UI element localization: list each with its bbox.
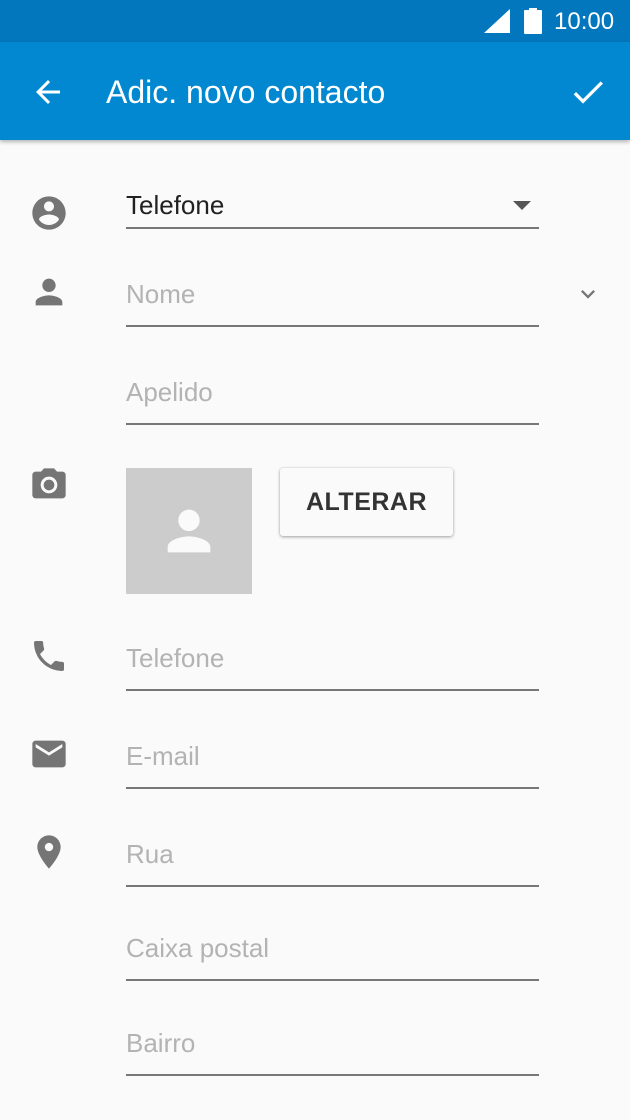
- status-bar: 10:00: [0, 0, 630, 42]
- dropdown-arrow-icon: [513, 201, 531, 210]
- phone-placeholder: Telefone: [126, 643, 225, 673]
- person-icon: [35, 278, 63, 306]
- battery-icon: [524, 8, 542, 34]
- back-arrow-icon[interactable]: [30, 74, 66, 110]
- page-title: Adic. novo contacto: [106, 74, 386, 110]
- person-placeholder-icon: [167, 509, 211, 553]
- camera-icon: [32, 468, 66, 499]
- email-field[interactable]: E-mail: [126, 738, 539, 789]
- neighborhood-placeholder: Bairro: [126, 1028, 196, 1058]
- email-placeholder: E-mail: [126, 741, 200, 771]
- last-name-placeholder: Apelido: [126, 377, 213, 407]
- street-placeholder: Rua: [126, 839, 174, 869]
- account-select[interactable]: Telefone: [126, 186, 539, 229]
- signal-icon: [484, 9, 510, 33]
- chevron-down-icon[interactable]: [574, 280, 602, 308]
- checkmark-icon[interactable]: [568, 72, 608, 112]
- account-icon: [32, 196, 66, 230]
- phone-icon: [34, 641, 64, 671]
- street-field[interactable]: Rua: [126, 836, 539, 887]
- first-name-field[interactable]: Nome: [126, 276, 539, 327]
- contact-photo[interactable]: [126, 468, 252, 594]
- phone-field[interactable]: Telefone: [126, 640, 539, 691]
- email-icon: [32, 740, 66, 768]
- last-name-field[interactable]: Apelido: [126, 374, 539, 425]
- change-photo-button[interactable]: ALTERAR: [280, 468, 453, 536]
- first-name-placeholder: Nome: [126, 279, 196, 309]
- status-time: 10:00: [554, 8, 615, 35]
- account-select-value: Telefone: [126, 190, 225, 220]
- neighborhood-field[interactable]: Bairro: [126, 1025, 539, 1076]
- location-pin-icon: [37, 835, 61, 869]
- po-box-placeholder: Caixa postal: [126, 933, 270, 963]
- po-box-field[interactable]: Caixa postal: [126, 930, 539, 981]
- app-bar: Adic. novo contacto: [0, 42, 630, 140]
